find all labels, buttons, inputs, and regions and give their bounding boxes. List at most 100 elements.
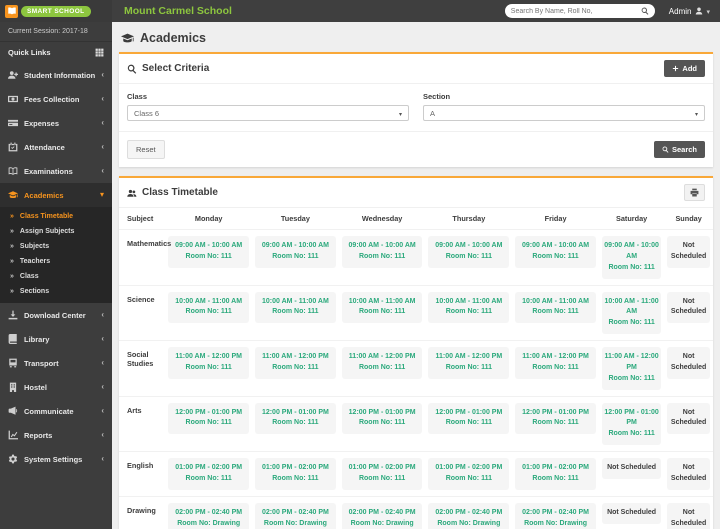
sidebar-item-fees-collection[interactable]: Fees Collection‹ (0, 87, 112, 111)
sidebar-item-student-information[interactable]: Student Information‹ (0, 63, 112, 87)
sidebar-subitem-label: Class (20, 273, 39, 280)
sidebar-subitem-class-timetable[interactable]: »Class Timetable (0, 209, 112, 224)
sidebar-subitem-assign-subjects[interactable]: »Assign Subjects (0, 224, 112, 239)
scheduled-slot: 09:00 AM - 10:00 AMRoom No: 111 (255, 236, 336, 268)
chevron-left-icon: ‹ (101, 167, 104, 175)
sidebar-item-label: Attendance (24, 143, 65, 152)
sidebar-item-attendance[interactable]: Attendance‹ (0, 135, 112, 159)
slot-time: 09:00 AM - 10:00 AM (170, 241, 247, 252)
search-button[interactable]: Search (654, 141, 705, 158)
day-cell: 10:00 AM - 11:00 AMRoom No: 111 (599, 285, 664, 341)
scheduled-slot: 02:00 PM - 02:40 PMRoom No: Drawing Hall (168, 503, 249, 529)
scheduled-slot: 10:00 AM - 11:00 AMRoom No: 111 (255, 292, 336, 324)
sidebar-item-label: Examinations (24, 167, 73, 176)
search-icon[interactable] (641, 7, 649, 15)
sidebar-item-expenses[interactable]: Expenses‹ (0, 111, 112, 135)
sidebar-subitem-sections[interactable]: » Sections (0, 284, 112, 299)
slot-room: Room No: 111 (517, 252, 594, 263)
double-arrow-icon: » (10, 258, 14, 265)
double-arrow-icon: » (10, 273, 14, 280)
sidebar-item-system-settings[interactable]: System Settings‹ (0, 447, 112, 471)
scheduled-slot: 01:00 PM - 02:00 PMRoom No: 111 (168, 458, 249, 490)
scheduled-slot: 11:00 AM - 12:00 PMRoom No: 111 (428, 347, 509, 379)
chevron-left-icon: ‹ (101, 335, 104, 343)
sidebar-item-examinations[interactable]: Examinations ‹ (0, 159, 112, 183)
slot-time: 12:00 PM - 01:00 PM (170, 408, 247, 419)
scheduled-slot: 09:00 AM - 10:00 AMRoom No: 111 (515, 236, 596, 268)
sidebar-subitem-subjects[interactable]: »Subjects (0, 239, 112, 254)
chevron-left-icon: ‹ (101, 359, 104, 367)
slot-time: 12:00 PM - 01:00 PM (517, 408, 594, 419)
chevron-down-icon (695, 109, 698, 118)
section-select-value: A (430, 109, 435, 118)
sidebar-subitem-class[interactable]: » Class (0, 269, 112, 284)
slot-room: Room No: 111 (604, 374, 659, 385)
slot-room: Room No: 111 (344, 307, 421, 318)
scheduled-slot: 11:00 AM - 12:00 PMRoom No: 111 (515, 347, 596, 379)
timetable-title: Class Timetable (142, 187, 218, 198)
quick-links[interactable]: Quick Links (0, 42, 112, 63)
column-header-wednesday: Wednesday (339, 208, 426, 230)
sidebar-subitem-teachers[interactable]: »Teachers (0, 254, 112, 269)
reset-button[interactable]: Reset (127, 140, 165, 159)
class-select[interactable]: Class 6 (127, 105, 409, 121)
section-select[interactable]: A (423, 105, 705, 121)
slot-time: 02:00 PM - 02:40 PM (517, 508, 594, 519)
app-logo[interactable]: SMART SCHOOL (0, 0, 112, 22)
slot-room: Room No: 111 (344, 474, 421, 485)
day-cell: 11:00 AM - 12:00 PMRoom No: 111 (252, 341, 339, 397)
scheduled-slot: 10:00 AM - 11:00 AMRoom No: 111 (428, 292, 509, 324)
slot-room: Room No: 111 (430, 418, 507, 429)
not-scheduled-slot: Not Scheduled (667, 347, 710, 379)
global-search[interactable] (505, 4, 655, 18)
sidebar-item-label: Reports (24, 431, 52, 440)
slot-room: Room No: Drawing Hall (170, 519, 247, 529)
search-input[interactable] (511, 8, 641, 15)
criteria-actions: Reset Search (119, 131, 713, 167)
slot-time: 09:00 AM - 10:00 AM (257, 241, 334, 252)
scheduled-slot: 09:00 AM - 10:00 AMRoom No: 111 (168, 236, 249, 268)
slot-room: Room No: 111 (344, 252, 421, 263)
scheduled-slot: 11:00 AM - 12:00 PMRoom No: 111 (255, 347, 336, 379)
day-cell: 10:00 AM - 11:00 AMRoom No: 111 (339, 285, 426, 341)
print-button[interactable] (684, 184, 705, 201)
slot-room: Room No: 111 (170, 418, 247, 429)
book-open-icon (8, 166, 18, 176)
sidebar-item-academics[interactable]: Academics▾ (0, 183, 112, 207)
sidebar-item-library[interactable]: Library‹ (0, 327, 112, 351)
column-header-tuesday: Tuesday (252, 208, 339, 230)
slot-room: Room No: 111 (257, 307, 334, 318)
section-label: Section (423, 92, 705, 101)
day-cell: Not Scheduled (664, 496, 713, 529)
chevron-left-icon: ‹ (101, 455, 104, 463)
sidebar-item-transport[interactable]: Transport‹ (0, 351, 112, 375)
slot-time: 12:00 PM - 01:00 PM (257, 408, 334, 419)
chevron-left-icon: ‹ (101, 95, 104, 103)
slot-time: 10:00 AM - 11:00 AM (430, 297, 507, 308)
chevron-left-icon: ‹ (101, 407, 104, 415)
sidebar-subitem-label: Sections (20, 288, 49, 295)
sidebar-item-communicate[interactable]: Communicate‹ (0, 399, 112, 423)
not-scheduled-slot: Not Scheduled (667, 292, 710, 324)
double-arrow-icon: » (10, 288, 14, 295)
slot-time: 01:00 PM - 02:00 PM (430, 463, 507, 474)
slot-room: Room No: 111 (344, 418, 421, 429)
sidebar-item-download-center[interactable]: Download Center‹ (0, 303, 112, 327)
day-cell: 09:00 AM - 10:00 AMRoom No: 111 (599, 230, 664, 286)
slot-room: Room No: 111 (430, 363, 507, 374)
admin-menu[interactable]: Admin (669, 7, 710, 16)
sidebar-item-hostel[interactable]: Hostel‹ (0, 375, 112, 399)
class-timetable-panel: Class Timetable SubjectMondayTuesdayWedn… (119, 176, 713, 529)
day-cell: 11:00 AM - 12:00 PMRoom No: 111 (599, 341, 664, 397)
timetable-header-row: SubjectMondayTuesdayWednesdayThursdayFri… (119, 208, 713, 230)
double-arrow-icon: » (10, 243, 14, 250)
day-cell: 01:00 PM - 02:00 PMRoom No: 111 (512, 452, 599, 497)
book-icon (8, 334, 18, 344)
timetable-row: English01:00 PM - 02:00 PMRoom No: 11101… (119, 452, 713, 497)
quick-links-label: Quick Links (8, 48, 51, 57)
slot-room: Room No: 111 (430, 252, 507, 263)
timetable-row: Arts12:00 PM - 01:00 PMRoom No: 11112:00… (119, 396, 713, 452)
scheduled-slot: 11:00 AM - 12:00 PMRoom No: 111 (342, 347, 423, 379)
sidebar-item-reports[interactable]: Reports‹ (0, 423, 112, 447)
add-button[interactable]: Add (664, 60, 705, 77)
